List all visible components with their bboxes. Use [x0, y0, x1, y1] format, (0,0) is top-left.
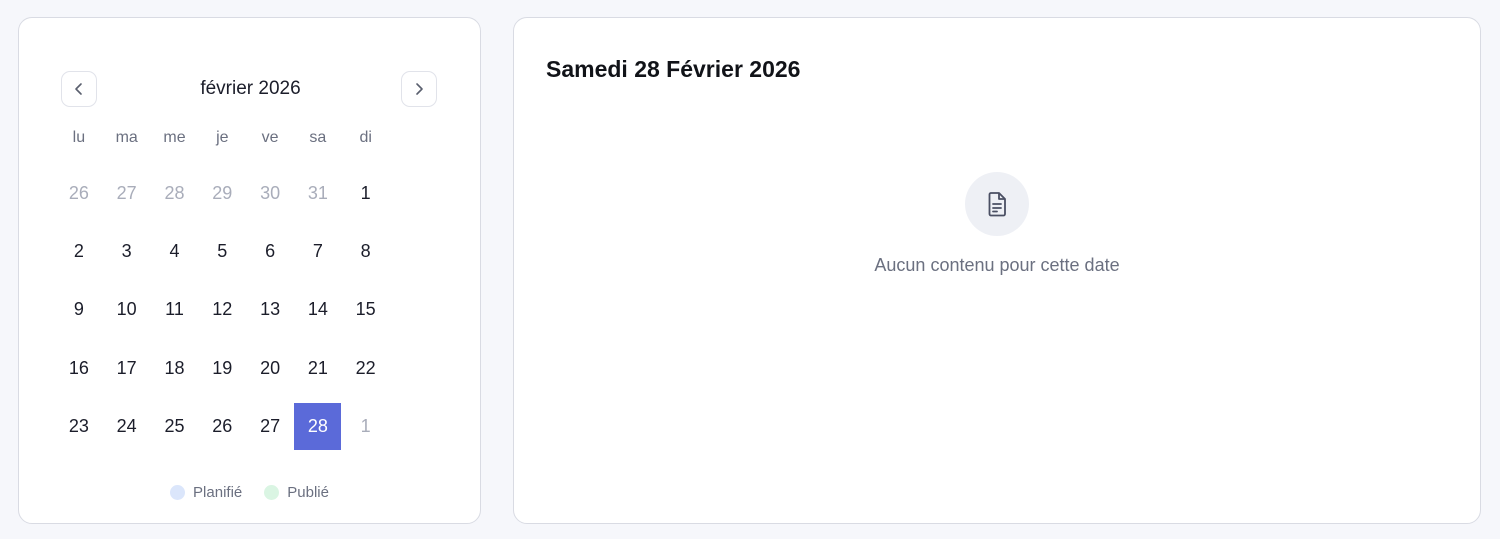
- calendar-day-label: 27: [116, 182, 137, 203]
- calendar-day[interactable]: 2: [55, 222, 103, 280]
- next-month-button[interactable]: [401, 71, 437, 107]
- calendar-day[interactable]: 28: [151, 164, 199, 222]
- calendar-day-selected[interactable]: 28: [294, 397, 342, 455]
- calendar-day-label: 20: [260, 357, 281, 378]
- calendar-day-label: 7: [312, 240, 323, 261]
- calendar-day[interactable]: 1: [342, 164, 390, 222]
- calendar-day[interactable]: 9: [55, 281, 103, 339]
- calendar-day-label: 4: [169, 240, 180, 261]
- calendar-day-label: 12: [212, 299, 233, 320]
- calendar-day[interactable]: 24: [103, 397, 151, 455]
- calendar-day[interactable]: 1: [342, 397, 390, 455]
- calendar-day[interactable]: 26: [198, 397, 246, 455]
- calendar-day-label: 26: [212, 415, 233, 436]
- calendar-day-label: 15: [355, 299, 376, 320]
- calendar-day-label: 22: [355, 357, 376, 378]
- legend-item-planned: Planifié: [170, 484, 242, 501]
- calendar-day-label: 19: [212, 357, 233, 378]
- calendar-day[interactable]: 10: [103, 281, 151, 339]
- chevron-right-icon: [412, 82, 426, 96]
- calendar-day[interactable]: 16: [55, 339, 103, 397]
- previous-month-button[interactable]: [61, 71, 97, 107]
- calendar-day[interactable]: 29: [198, 164, 246, 222]
- calendar-day[interactable]: 17: [103, 339, 151, 397]
- legend-item-published: Publié: [264, 484, 329, 501]
- calendar-day[interactable]: 20: [246, 339, 294, 397]
- weekday-label: ve: [261, 129, 279, 146]
- calendar-day[interactable]: 8: [342, 222, 390, 280]
- calendar-day[interactable]: 4: [151, 222, 199, 280]
- empty-state-text: Aucun contenu pour cette date: [874, 255, 1120, 275]
- month-title: février 2026: [200, 78, 301, 99]
- calendar-day-label: 13: [260, 299, 281, 320]
- calendar-day-label: 9: [73, 299, 84, 320]
- calendar-day-label: 2: [73, 240, 84, 261]
- weekday-label: me: [163, 129, 186, 146]
- calendar-day-label: 1: [360, 182, 371, 203]
- calendar-day[interactable]: 6: [246, 222, 294, 280]
- weekday-label: lu: [72, 129, 86, 146]
- calendar-day-label: 28: [164, 182, 185, 203]
- selected-date-title: Samedi 28 Février 2026: [546, 56, 801, 82]
- calendar-day-label: 6: [265, 240, 276, 261]
- legend-label: Planifié: [193, 484, 243, 501]
- calendar-day-label: 3: [121, 240, 132, 261]
- calendar-day-label: 21: [307, 357, 328, 378]
- calendar-day[interactable]: 18: [151, 339, 199, 397]
- weekday-label: sa: [309, 129, 327, 146]
- calendar-day-label: 30: [260, 182, 281, 203]
- day-detail-panel: Samedi 28 Février 2026 Aucun contenu pou…: [513, 17, 1481, 524]
- calendar-day[interactable]: 22: [342, 339, 390, 397]
- calendar-panel: février 2026 lu ma me je ve sa di 26 27 28…: [18, 17, 481, 524]
- chevron-left-icon: [72, 82, 86, 96]
- calendar-day-label: 11: [165, 299, 184, 320]
- calendar-day-label: 10: [116, 299, 137, 320]
- calendar-day[interactable]: 31: [294, 164, 342, 222]
- calendar-day-label: 31: [307, 182, 328, 203]
- calendar-day[interactable]: 26: [55, 164, 103, 222]
- calendar-day[interactable]: 27: [246, 397, 294, 455]
- calendar-day[interactable]: 23: [55, 397, 103, 455]
- weekday-label: je: [216, 129, 229, 146]
- calendar-day-label: 27: [260, 415, 281, 436]
- calendar-day-label: 25: [164, 415, 185, 436]
- calendar-day[interactable]: 21: [294, 339, 342, 397]
- calendar-day-label: 1: [360, 415, 371, 436]
- weekday-label: di: [359, 129, 372, 146]
- calendar-day[interactable]: 11: [151, 281, 199, 339]
- calendar-day-label: 29: [212, 182, 233, 203]
- day-grid: 26 27 28 29 30 31 1 2 3 4 5 6 7 8 9 10 11 12 13 14 15 16 17 18 1…: [55, 164, 390, 455]
- calendar-day-label: 5: [217, 240, 228, 261]
- calendar-day-label: 24: [116, 415, 137, 436]
- weekday-header: lu ma me je ve sa di: [55, 129, 390, 147]
- document-icon: [965, 172, 1029, 236]
- calendar-day[interactable]: 3: [103, 222, 151, 280]
- legend-dot-planned: [170, 485, 186, 500]
- calendar-day[interactable]: 15: [342, 281, 390, 339]
- calendar-day-label: 17: [116, 357, 137, 378]
- calendar-day-label: 18: [164, 357, 185, 378]
- calendar-day[interactable]: 25: [151, 397, 199, 455]
- calendar-day[interactable]: 7: [294, 222, 342, 280]
- calendar-day-label: 28: [294, 402, 342, 450]
- legend-label: Publié: [287, 484, 329, 501]
- legend-dot-published: [264, 485, 280, 500]
- calendar-day-label: 8: [360, 240, 371, 261]
- calendar-day[interactable]: 27: [103, 164, 151, 222]
- calendar-day-label: 26: [68, 182, 89, 203]
- calendar-day[interactable]: 30: [246, 164, 294, 222]
- calendar-day-label: 23: [68, 415, 89, 436]
- calendar-day[interactable]: 19: [198, 339, 246, 397]
- calendar-day[interactable]: 14: [294, 281, 342, 339]
- calendar-day-label: 14: [307, 299, 328, 320]
- weekday-label: ma: [115, 129, 138, 146]
- calendar-day[interactable]: 12: [198, 281, 246, 339]
- calendar-day[interactable]: 13: [246, 281, 294, 339]
- calendar-day[interactable]: 5: [198, 222, 246, 280]
- calendar-day-label: 16: [68, 357, 89, 378]
- legend: Planifié Publié: [19, 484, 480, 501]
